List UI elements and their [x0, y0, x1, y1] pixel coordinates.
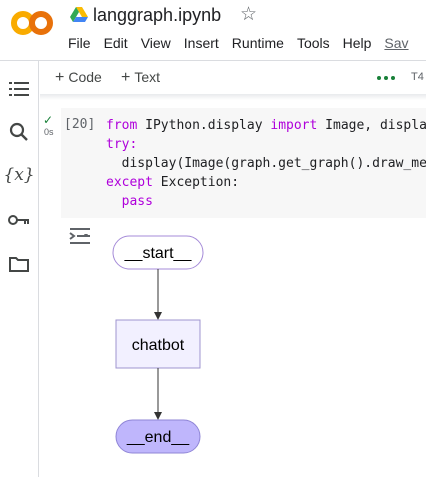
- table-of-contents-icon[interactable]: [7, 77, 31, 101]
- menu-bar: File Edit View Insert Runtime Tools Help…: [68, 35, 409, 51]
- menu-insert[interactable]: Insert: [184, 35, 219, 51]
- add-text-button[interactable]: + Text: [121, 69, 160, 87]
- more-options-icon[interactable]: [377, 76, 395, 80]
- menu-tools[interactable]: Tools: [297, 35, 330, 51]
- runtime-label[interactable]: T4: [411, 71, 424, 83]
- menu-edit[interactable]: Edit: [104, 35, 128, 51]
- check-icon: ✓: [43, 113, 54, 127]
- code-line: try:: [106, 137, 138, 152]
- menu-view[interactable]: View: [141, 35, 171, 51]
- execution-count: [20]: [64, 117, 96, 132]
- execution-time: 0s: [44, 127, 54, 137]
- end-node-label: __end__: [126, 429, 190, 446]
- notebook-toolbar: + Code + Text T4: [40, 61, 426, 94]
- code-line: pass: [106, 194, 153, 209]
- output-options-icon[interactable]: [68, 226, 92, 246]
- menu-help[interactable]: Help: [343, 35, 372, 51]
- code-line: display(Image(graph.get_graph().draw_mer…: [121, 156, 426, 171]
- sidebar: {x}: [0, 61, 39, 477]
- notebook-title[interactable]: langgraph.ipynb: [93, 5, 221, 26]
- code-editor[interactable]: from IPython.display import Image, displ…: [106, 116, 426, 211]
- colab-logo[interactable]: [10, 8, 54, 38]
- code-line: from IPython.display import Image, displ…: [106, 118, 426, 133]
- toolbar-shadow: [40, 94, 426, 100]
- key-icon[interactable]: [7, 208, 31, 232]
- google-drive-icon[interactable]: [70, 7, 88, 23]
- code-line: except Exception:: [106, 175, 240, 190]
- menu-file[interactable]: File: [68, 35, 91, 51]
- add-code-button[interactable]: + Code: [55, 69, 102, 87]
- chatbot-node-label: chatbot: [132, 337, 185, 354]
- search-icon[interactable]: [7, 120, 31, 144]
- save-link[interactable]: Sav: [384, 35, 408, 51]
- menu-runtime[interactable]: Runtime: [232, 35, 284, 51]
- graph-diagram: __start__ chatbot __end__: [112, 235, 204, 454]
- variables-icon[interactable]: {x}: [3, 163, 34, 187]
- star-outline-icon[interactable]: ☆: [240, 3, 257, 26]
- folder-icon[interactable]: [7, 252, 31, 276]
- start-node-label: __start__: [124, 245, 193, 262]
